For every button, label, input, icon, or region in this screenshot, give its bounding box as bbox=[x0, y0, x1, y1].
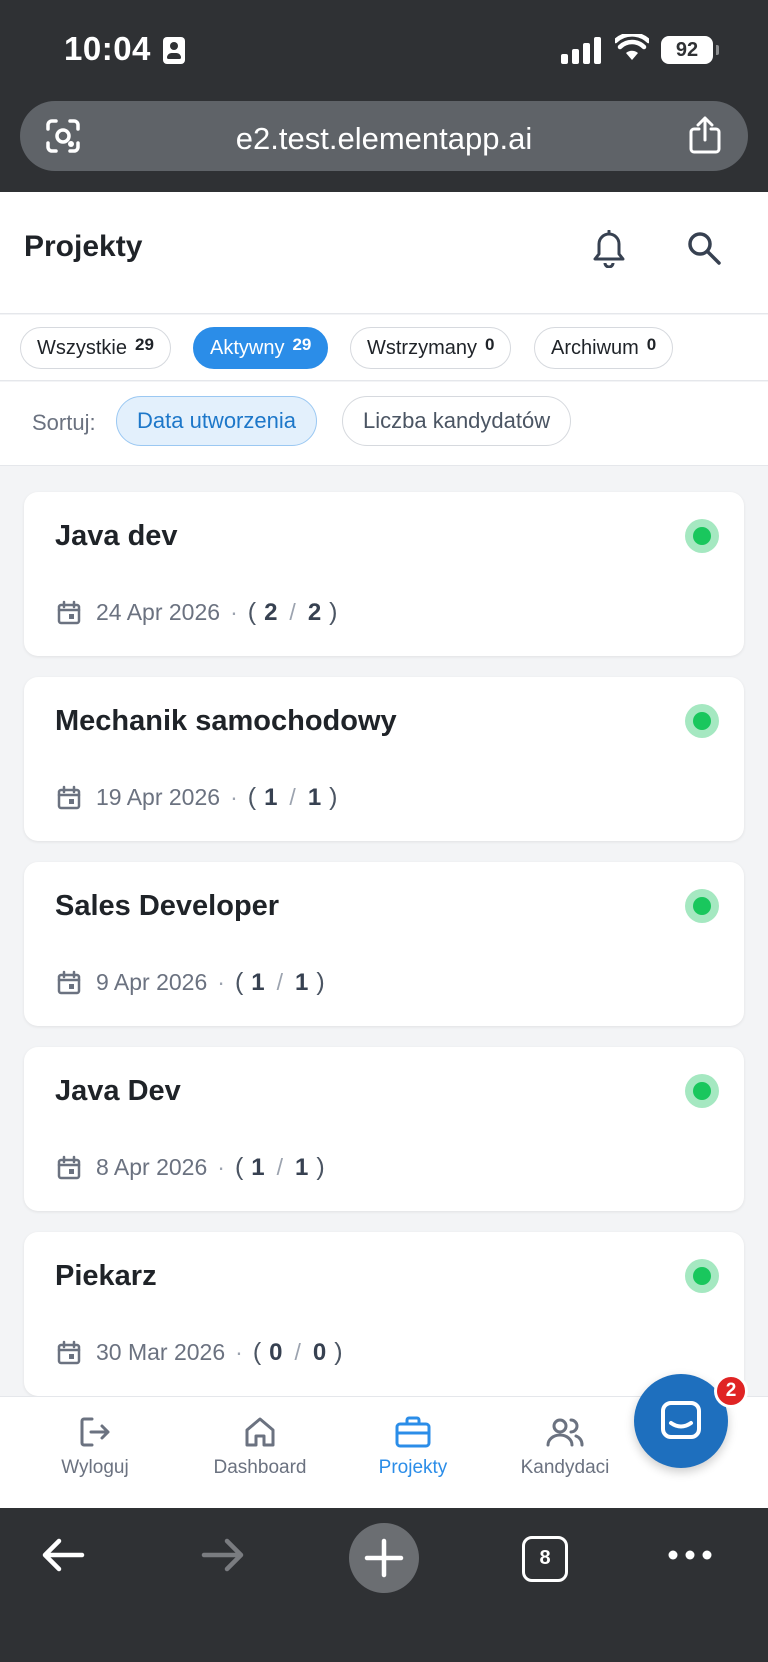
bell-icon[interactable] bbox=[592, 230, 626, 268]
filter-chip-label: Aktywny bbox=[210, 336, 285, 359]
project-meta: 30 Mar 2026 · ( 0 / 0 ) bbox=[56, 1338, 343, 1367]
project-date: 30 Mar 2026 bbox=[96, 1339, 226, 1365]
users-icon bbox=[546, 1418, 584, 1447]
filter-chip-active[interactable]: Aktywny 29 bbox=[193, 327, 329, 369]
candidates-total: 1 bbox=[307, 783, 322, 811]
more-options-icon[interactable] bbox=[666, 1548, 714, 1562]
nav-item-dashboard[interactable]: Dashboard bbox=[190, 1415, 330, 1479]
url-text: e2.test.elementapp.ai bbox=[235, 121, 533, 156]
project-title: Sales Developer bbox=[55, 890, 280, 922]
filter-chip-count: 0 bbox=[646, 335, 657, 354]
battery-indicator: 92 bbox=[661, 36, 719, 64]
briefcase-icon bbox=[395, 1416, 431, 1448]
active-status-dot bbox=[685, 1074, 719, 1108]
browser-top-bar: 10:04 92 e2.test.elementapp.ai bbox=[0, 0, 768, 192]
project-title: Java dev bbox=[55, 520, 178, 552]
sort-bar: Sortuj: Data utworzenia Liczba kandydató… bbox=[0, 382, 768, 466]
candidates-current: 1 bbox=[251, 1153, 265, 1181]
meta-separator: · bbox=[217, 969, 225, 995]
project-meta: 8 Apr 2026 · ( 1 / 1 ) bbox=[56, 1153, 325, 1182]
candidates-current: 1 bbox=[264, 783, 278, 811]
chat-notification-badge: 2 bbox=[714, 1374, 748, 1408]
project-card[interactable]: Java Dev 8 Apr 2026 · ( 1 / 1 ) bbox=[24, 1047, 744, 1211]
filter-chip-paused[interactable]: Wstrzymany 0 bbox=[350, 327, 512, 369]
filter-chip-archive[interactable]: Archiwum 0 bbox=[534, 327, 674, 369]
project-date: 24 Apr 2026 bbox=[96, 599, 221, 625]
project-card[interactable]: Sales Developer 9 Apr 2026 · ( 1 / 1 ) bbox=[24, 862, 744, 1026]
filter-chip-all[interactable]: Wszystkie 29 bbox=[20, 327, 171, 369]
calendar-icon bbox=[57, 1155, 81, 1179]
filter-chip-label: Wstrzymany bbox=[367, 336, 477, 359]
calendar-icon bbox=[57, 1340, 81, 1364]
logout-icon bbox=[80, 1417, 110, 1447]
candidates-total: 0 bbox=[312, 1338, 327, 1366]
meta-separator: · bbox=[217, 1154, 225, 1180]
filter-chip-count: 0 bbox=[485, 335, 495, 354]
candidates-total: 1 bbox=[295, 1153, 309, 1181]
project-date: 8 Apr 2026 bbox=[96, 1154, 208, 1180]
active-status-dot bbox=[685, 889, 719, 923]
project-title: Mechanik samochodowy bbox=[55, 705, 397, 737]
status-time: 10:04 bbox=[64, 30, 151, 67]
chat-icon bbox=[661, 1401, 701, 1439]
meta-separator: · bbox=[230, 599, 238, 625]
candidates-current: 1 bbox=[251, 968, 265, 996]
new-tab-button[interactable] bbox=[349, 1523, 419, 1593]
candidates-total: 2 bbox=[307, 598, 322, 626]
nav-item-label: Projekty bbox=[378, 1457, 448, 1478]
search-icon[interactable] bbox=[686, 230, 722, 266]
candidates-current: 2 bbox=[264, 598, 278, 626]
filter-chip-count: 29 bbox=[292, 335, 312, 354]
project-meta: 19 Apr 2026 · ( 1 / 1 ) bbox=[56, 783, 338, 812]
nav-item-label: Wyloguj bbox=[61, 1457, 129, 1478]
calendar-icon bbox=[57, 785, 81, 809]
project-card[interactable]: Mechanik samochodowy 19 Apr 2026 · ( 1 /… bbox=[24, 677, 744, 841]
nav-item-label: Kandydaci bbox=[520, 1457, 610, 1478]
address-bar[interactable]: e2.test.elementapp.ai bbox=[20, 101, 748, 171]
project-list: Java dev 24 Apr 2026 · ( 2 / 2 ) Mechani… bbox=[0, 466, 768, 1396]
sort-label: Sortuj: bbox=[32, 410, 96, 435]
project-meta: 24 Apr 2026 · ( 2 / 2 ) bbox=[56, 598, 338, 627]
filter-chip-count: 29 bbox=[135, 335, 154, 354]
page-title: Projekty bbox=[24, 230, 143, 263]
share-icon[interactable] bbox=[688, 115, 722, 155]
sort-by-candidates-button[interactable]: Liczba kandydatów bbox=[342, 396, 572, 446]
back-arrow-icon[interactable] bbox=[40, 1532, 86, 1578]
tabs-button[interactable]: 8 bbox=[522, 1536, 568, 1582]
status-filter-bar: Wszystkie 29 Aktywny 29 Wstrzymany 0 Arc… bbox=[0, 315, 768, 381]
nav-item-projects[interactable]: Projekty bbox=[343, 1415, 483, 1479]
project-card[interactable]: Piekarz 30 Mar 2026 · ( 0 / 0 ) bbox=[24, 1232, 744, 1396]
sort-by-creation-date-button[interactable]: Data utworzenia bbox=[116, 396, 317, 446]
wifi-icon bbox=[615, 34, 649, 60]
filter-chip-label: Wszystkie bbox=[37, 336, 127, 359]
forward-arrow-icon[interactable] bbox=[200, 1532, 246, 1578]
meta-separator: · bbox=[230, 784, 238, 810]
project-meta: 9 Apr 2026 · ( 1 / 1 ) bbox=[56, 968, 325, 997]
active-status-dot bbox=[685, 519, 719, 553]
contact-card-icon bbox=[163, 37, 185, 64]
calendar-icon bbox=[57, 970, 81, 994]
calendar-icon bbox=[57, 600, 81, 624]
nav-item-logout[interactable]: Wyloguj bbox=[25, 1415, 165, 1479]
filter-chip-label: Archiwum bbox=[551, 336, 639, 359]
project-date: 19 Apr 2026 bbox=[96, 784, 221, 810]
active-status-dot bbox=[685, 704, 719, 738]
cellular-signal-icon bbox=[561, 36, 603, 64]
meta-separator: · bbox=[235, 1339, 243, 1365]
nav-item-label: Dashboard bbox=[213, 1457, 307, 1478]
project-title: Piekarz bbox=[55, 1260, 157, 1292]
browser-toolbar: 8 bbox=[0, 1508, 768, 1662]
app-header: Projekty bbox=[0, 192, 768, 314]
home-icon bbox=[245, 1417, 275, 1447]
active-status-dot bbox=[685, 1259, 719, 1293]
candidates-current: 0 bbox=[269, 1338, 283, 1366]
nav-item-candidates[interactable]: Kandydaci bbox=[495, 1415, 635, 1479]
project-title: Java Dev bbox=[55, 1075, 181, 1107]
project-date: 9 Apr 2026 bbox=[96, 969, 208, 995]
candidates-total: 1 bbox=[295, 968, 309, 996]
project-card[interactable]: Java dev 24 Apr 2026 · ( 2 / 2 ) bbox=[24, 492, 744, 656]
plus-icon bbox=[364, 1538, 404, 1578]
